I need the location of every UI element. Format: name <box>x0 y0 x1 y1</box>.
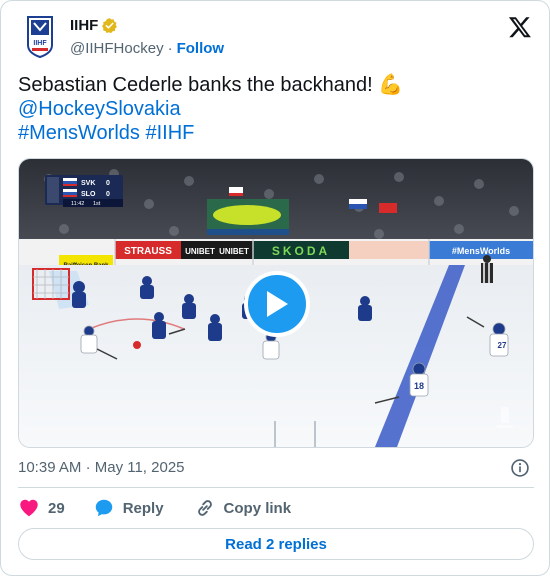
mention-link[interactable]: @HockeySlovakia <box>18 98 181 120</box>
board-ad-unibet-2: UNIBET <box>219 247 249 256</box>
scorebug-score2: 0 <box>106 191 110 198</box>
link-icon <box>197 500 212 516</box>
video-player[interactable]: STRAUSS UNIBET UNIBET SKODA #MensWorlds … <box>18 158 534 448</box>
handle-separator: · <box>167 40 173 57</box>
board-ad-mensworlds: #MensWorlds <box>452 246 510 256</box>
scorebug-team1: SVK <box>81 180 95 187</box>
reply-label: Reply <box>122 499 164 517</box>
follow-button[interactable]: Follow <box>177 40 225 57</box>
board-ad-skoda: SKODA <box>272 244 330 258</box>
reply-bubble-icon <box>95 499 112 517</box>
copy-link-label: Copy link <box>223 499 292 517</box>
meta-separator: · <box>85 459 91 476</box>
player-number-18: 18 <box>414 381 424 391</box>
tweet-time: 10:39 AM <box>18 459 82 476</box>
like-count: 29 <box>48 499 65 517</box>
scorebug-clock: 11:42 <box>71 201 84 207</box>
author-handle[interactable]: @IIHFHockey <box>70 40 164 57</box>
copy-link-button[interactable]: Copy link <box>194 497 292 519</box>
tweet-card: IIHF IIHF @IIHFHockey · Follow Sebastian… <box>0 0 550 576</box>
hashtag-link-iihf[interactable]: #IIHF <box>145 122 194 144</box>
svg-text:IIHF: IIHF <box>33 40 47 47</box>
author-handle-row: @IIHFHockey · Follow <box>70 40 224 57</box>
board-ad-strauss: STRAUSS <box>124 246 172 257</box>
tweet-date: May 11, 2025 <box>94 459 185 476</box>
tweet-text: Sebastian Cederle banks the backhand! 💪 … <box>18 73 534 145</box>
play-button[interactable] <box>244 271 310 337</box>
info-icon[interactable] <box>510 458 530 478</box>
play-icon <box>267 291 288 317</box>
author-name-row: IIHF <box>70 17 118 34</box>
player-number-27: 27 <box>498 341 507 350</box>
x-logo-icon[interactable] <box>508 15 532 39</box>
heart-icon <box>20 499 38 517</box>
action-bar: 29 Reply Copy link <box>18 496 291 520</box>
reply-button[interactable]: Reply <box>93 497 164 519</box>
board-ad-unibet-1: UNIBET <box>185 247 215 256</box>
avatar[interactable]: IIHF <box>18 15 62 59</box>
scorebug-period: 1st <box>93 201 101 207</box>
author-name[interactable]: IIHF <box>70 17 98 34</box>
verified-badge-icon <box>102 18 118 34</box>
like-button[interactable]: 29 <box>18 497 65 519</box>
scorebug-score1: 0 <box>106 180 110 187</box>
tweet-timestamp[interactable]: 10:39 AM · May 11, 2025 <box>18 459 185 476</box>
scorebug-team2: SLO <box>81 191 96 198</box>
tweet-text-line: Sebastian Cederle banks the backhand! <box>18 74 373 96</box>
hashtag-link-mensworlds[interactable]: #MensWorlds <box>18 122 140 144</box>
read-replies-button[interactable]: Read 2 replies <box>18 528 534 560</box>
flexed-biceps-emoji: 💪 <box>378 74 404 96</box>
divider <box>18 487 534 488</box>
